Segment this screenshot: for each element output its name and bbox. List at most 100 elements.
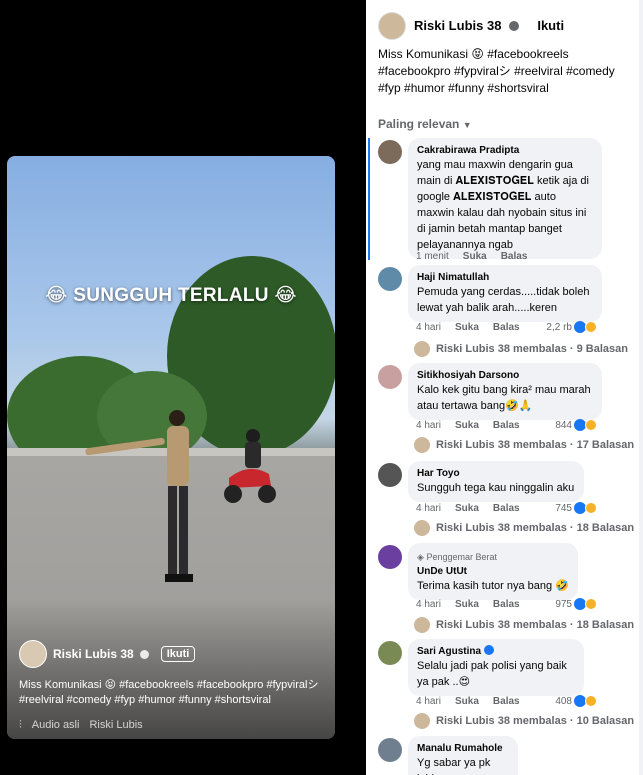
haha-reaction-icon (585, 598, 597, 610)
haha-reaction-icon (585, 419, 597, 431)
comment-bubble: Har Toyo Sungguh tega kau ninggalin aku (408, 461, 584, 502)
reaction-count[interactable]: 408 (555, 696, 572, 707)
avatar (414, 617, 430, 633)
avatar (414, 713, 430, 729)
video-author[interactable]: Riski Lubis 38 Ikuti (19, 640, 196, 668)
commenter-name[interactable]: Sitikhosiyah Darsono (417, 369, 593, 382)
like-button[interactable]: Suka (455, 420, 479, 431)
view-replies-link[interactable]: Riski Lubis 38 membalas · 9 Balasan (414, 341, 628, 357)
view-replies-link[interactable]: Riski Lubis 38 membalas · 18 Balasan (414, 520, 634, 536)
commenter-name[interactable]: Sari Agustina (417, 645, 575, 658)
diamond-icon: ◈ (417, 552, 424, 562)
video-gradient (7, 599, 335, 739)
comment-time[interactable]: 4 hari (416, 696, 441, 707)
comment-text: Selalu jadi pak polisi yang baik ya pak … (417, 660, 567, 688)
like-button[interactable]: Suka (455, 322, 479, 333)
comment-time[interactable]: 4 hari (416, 420, 441, 431)
avatar[interactable] (19, 640, 47, 668)
comment-text: Kalo kek gitu bang kira² mau marah atau … (417, 384, 591, 412)
replies-label[interactable]: Riski Lubis 38 membalas · 17 Balasan (436, 439, 634, 451)
comment-time[interactable]: 4 hari (416, 503, 441, 514)
avatar[interactable] (378, 365, 402, 389)
view-replies-link[interactable]: Riski Lubis 38 membalas · 10 Balasan (414, 713, 634, 729)
comment-bubble: Sitikhosiyah Darsono Kalo kek gitu bang … (408, 363, 602, 420)
like-button[interactable]: Suka (463, 251, 487, 262)
avatar[interactable] (378, 641, 402, 665)
reply-button[interactable]: Balas (493, 599, 520, 610)
commenter-name-text[interactable]: Sari Agustina (417, 646, 481, 657)
avatar[interactable] (378, 12, 406, 40)
follow-button[interactable]: Ikuti (537, 18, 564, 33)
avatar[interactable] (378, 738, 402, 762)
motorcycle-figure (224, 429, 276, 503)
comment-sort-dropdown[interactable]: Paling relevan ▼ (378, 117, 472, 131)
avatar[interactable] (378, 545, 402, 569)
audio-label[interactable]: Audio asli (32, 719, 80, 732)
comment-bubble: Sari Agustina Selalu jadi pak polisi yan… (408, 639, 584, 696)
view-replies-link[interactable]: Riski Lubis 38 membalas · 18 Balasan (414, 617, 634, 633)
scrollbar[interactable] (639, 0, 643, 775)
commenter-name[interactable]: Har Toyo (417, 467, 575, 480)
reply-button[interactable]: Balas (493, 696, 520, 707)
comment-text: Sungguh tega kau ninggalin aku (417, 482, 575, 494)
comment-meta: 4 hari Suka Balas (416, 420, 520, 431)
avatar (414, 437, 430, 453)
comment-text: Terima kasih tutor nya bang 🤣 (417, 580, 569, 592)
avatar[interactable] (378, 267, 402, 291)
avatar (414, 520, 430, 536)
replies-label[interactable]: Riski Lubis 38 membalas · 10 Balasan (436, 715, 634, 727)
reaction-summary[interactable]: 745 (555, 502, 597, 514)
globe-icon (139, 649, 149, 659)
comment-bubble: ◈ Penggemar Berat UnDe UtUt Terima kasih… (408, 543, 578, 600)
avatar (414, 341, 430, 357)
haha-reaction-icon (585, 695, 597, 707)
reaction-summary[interactable]: 408 (555, 695, 597, 707)
replies-label[interactable]: Riski Lubis 38 membalas · 18 Balasan (436, 522, 634, 534)
reaction-summary[interactable]: 2,2 rb (546, 321, 597, 333)
commenter-name[interactable]: UnDe UtUt (417, 565, 569, 578)
video-audio[interactable]: ⫶ Audio asli Riski Lubis (19, 719, 143, 732)
comment-time[interactable]: 4 hari (416, 599, 441, 610)
post-caption: Miss Komunikasi 😝 #facebookreels #facebo… (378, 47, 615, 95)
reaction-count[interactable]: 975 (555, 599, 572, 610)
globe-icon (508, 21, 519, 31)
post-author-name[interactable]: Riski Lubis 38 (414, 18, 501, 33)
replies-label[interactable]: Riski Lubis 38 membalas · 18 Balasan (436, 619, 634, 631)
audio-wave-icon: ⫶ (19, 719, 22, 731)
video-caption: Miss Komunikasi 😝 #facebookreels #facebo… (19, 679, 319, 706)
like-button[interactable]: Suka (455, 599, 479, 610)
commenter-name[interactable]: Manalu Rumahole (417, 742, 509, 755)
commenter-name[interactable]: Haji Nimatullah (417, 271, 593, 284)
comment-meta: 4 hari Suka Balas (416, 599, 520, 610)
comment-meta: 4 hari Suka Balas (416, 322, 520, 333)
avatar[interactable] (378, 140, 402, 164)
reaction-count[interactable]: 844 (555, 420, 572, 431)
haha-reaction-icon (585, 502, 597, 514)
fan-badge: ◈ Penggemar Berat (417, 549, 569, 565)
sort-label[interactable]: Paling relevan (378, 117, 459, 131)
avatar[interactable] (378, 463, 402, 487)
reply-button[interactable]: Balas (493, 503, 520, 514)
highlight-thread-line (368, 138, 370, 260)
video-follow-button[interactable]: Ikuti (160, 646, 196, 662)
like-button[interactable]: Suka (455, 696, 479, 707)
audio-author[interactable]: Riski Lubis (89, 719, 142, 732)
video-author-name[interactable]: Riski Lubis 38 (53, 647, 134, 661)
reaction-count[interactable]: 2,2 rb (546, 322, 572, 333)
reel-video[interactable]: 😂 SUNGGUH TERLALU 😂 Riski Lubis 38 Ikuti… (7, 156, 335, 739)
reply-button[interactable]: Balas (493, 420, 520, 431)
chevron-down-icon: ▼ (462, 120, 472, 130)
reaction-summary[interactable]: 844 (555, 419, 597, 431)
reply-button[interactable]: Balas (493, 322, 520, 333)
reply-button[interactable]: Balas (501, 251, 528, 262)
like-button[interactable]: Suka (455, 503, 479, 514)
comment-time[interactable]: 1 menit (416, 251, 449, 262)
view-replies-link[interactable]: Riski Lubis 38 membalas · 17 Balasan (414, 437, 634, 453)
commenter-name[interactable]: Cakrabirawa Pradipta (417, 144, 593, 157)
comment-time[interactable]: 4 hari (416, 322, 441, 333)
officer-figure (165, 410, 193, 582)
reaction-count[interactable]: 745 (555, 503, 572, 514)
verified-icon (483, 645, 494, 655)
reaction-summary[interactable]: 975 (555, 598, 597, 610)
replies-label[interactable]: Riski Lubis 38 membalas · 9 Balasan (436, 343, 628, 355)
